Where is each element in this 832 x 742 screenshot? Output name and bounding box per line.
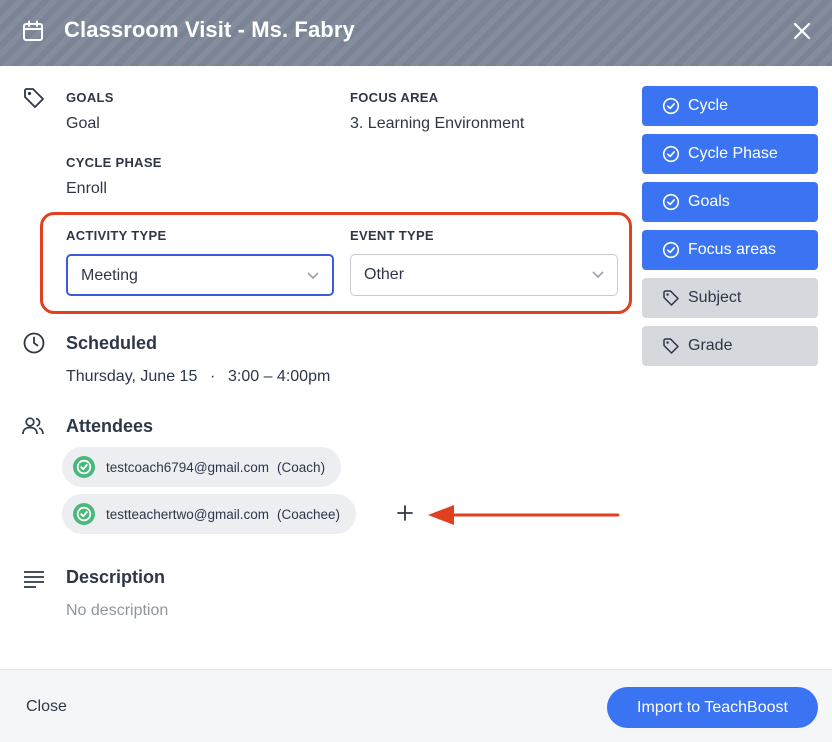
activity-type-label: ACTIVITY TYPE [66, 228, 167, 243]
scheduled-separator: · [210, 368, 216, 385]
chevron-down-icon [307, 272, 319, 280]
focus-area-value: 3. Learning Environment [350, 115, 525, 132]
attendee-email: testcoach6794@gmail.com [106, 459, 270, 475]
description-value: No description [66, 602, 169, 619]
attendee-chip[interactable]: testcoach6794@gmail.com (Coach) [62, 447, 342, 487]
tag-icon [663, 338, 679, 354]
attendee-chip[interactable]: testteachertwo@gmail.com (Coachee) [62, 494, 357, 534]
grade-button[interactable]: Grade [642, 326, 818, 366]
event-type-label: EVENT TYPE [350, 228, 434, 243]
goals-button[interactable]: Goals [642, 182, 818, 222]
activity-type-select[interactable]: Meeting [66, 254, 334, 296]
attendee-role: (Coach) [277, 459, 326, 475]
check-circle-icon [662, 97, 680, 115]
description-title: Description [66, 567, 166, 587]
cycle-button[interactable]: Cycle [642, 86, 818, 126]
import-button[interactable]: Import to TeachBoost [607, 687, 818, 728]
red-arrow-annotation [428, 505, 620, 525]
cycle-phase-value: Enroll [66, 180, 107, 197]
check-circle-icon [662, 193, 680, 211]
focus-area-label: FOCUS AREA [350, 90, 439, 105]
goals-value: Goal [66, 115, 100, 132]
event-type-value: Other [364, 266, 405, 283]
tag-icon [663, 290, 679, 306]
goals-button-label: Goals [688, 193, 730, 210]
chevron-down-icon [592, 271, 604, 279]
goals-label: GOALS [66, 90, 114, 105]
scheduled-time: 3:00 – 4:00pm [228, 368, 331, 385]
cycle-phase-button[interactable]: Cycle Phase [642, 134, 818, 174]
attendees-title: Attendees [66, 416, 154, 436]
check-circle-icon [73, 456, 95, 478]
focus-areas-button-label: Focus areas [688, 241, 777, 258]
activity-type-value: Meeting [81, 267, 138, 284]
event-type-select[interactable]: Other [350, 254, 618, 296]
grade-button-label: Grade [688, 337, 733, 354]
scheduled-date: Thursday, June 15 [66, 368, 198, 385]
users-icon [22, 417, 44, 435]
modal-title: Classroom Visit - Ms. Fabry [64, 17, 355, 42]
subject-button[interactable]: Subject [642, 278, 818, 318]
check-circle-icon [662, 145, 680, 163]
clock-icon [23, 332, 45, 354]
attendee-email: testteachertwo@gmail.com [106, 506, 270, 522]
cycle-phase-button-label: Cycle Phase [688, 145, 778, 162]
scheduled-title: Scheduled [66, 333, 158, 353]
check-circle-icon [662, 241, 680, 259]
calendar-icon [23, 20, 43, 41]
cycle-phase-label: CYCLE PHASE [66, 155, 162, 170]
close-button[interactable]: Close [26, 698, 67, 716]
tag-icon [24, 88, 44, 108]
add-attendee-icon[interactable] [394, 502, 416, 524]
subject-button-label: Subject [688, 289, 742, 306]
cycle-button-label: Cycle [688, 97, 729, 114]
focus-areas-button[interactable]: Focus areas [642, 230, 818, 270]
text-lines-icon [24, 571, 44, 588]
close-icon[interactable] [790, 19, 814, 43]
modal-header: Classroom Visit - Ms. Fabry [0, 0, 832, 66]
attendee-role: (Coachee) [277, 506, 341, 522]
check-circle-icon [73, 503, 95, 525]
